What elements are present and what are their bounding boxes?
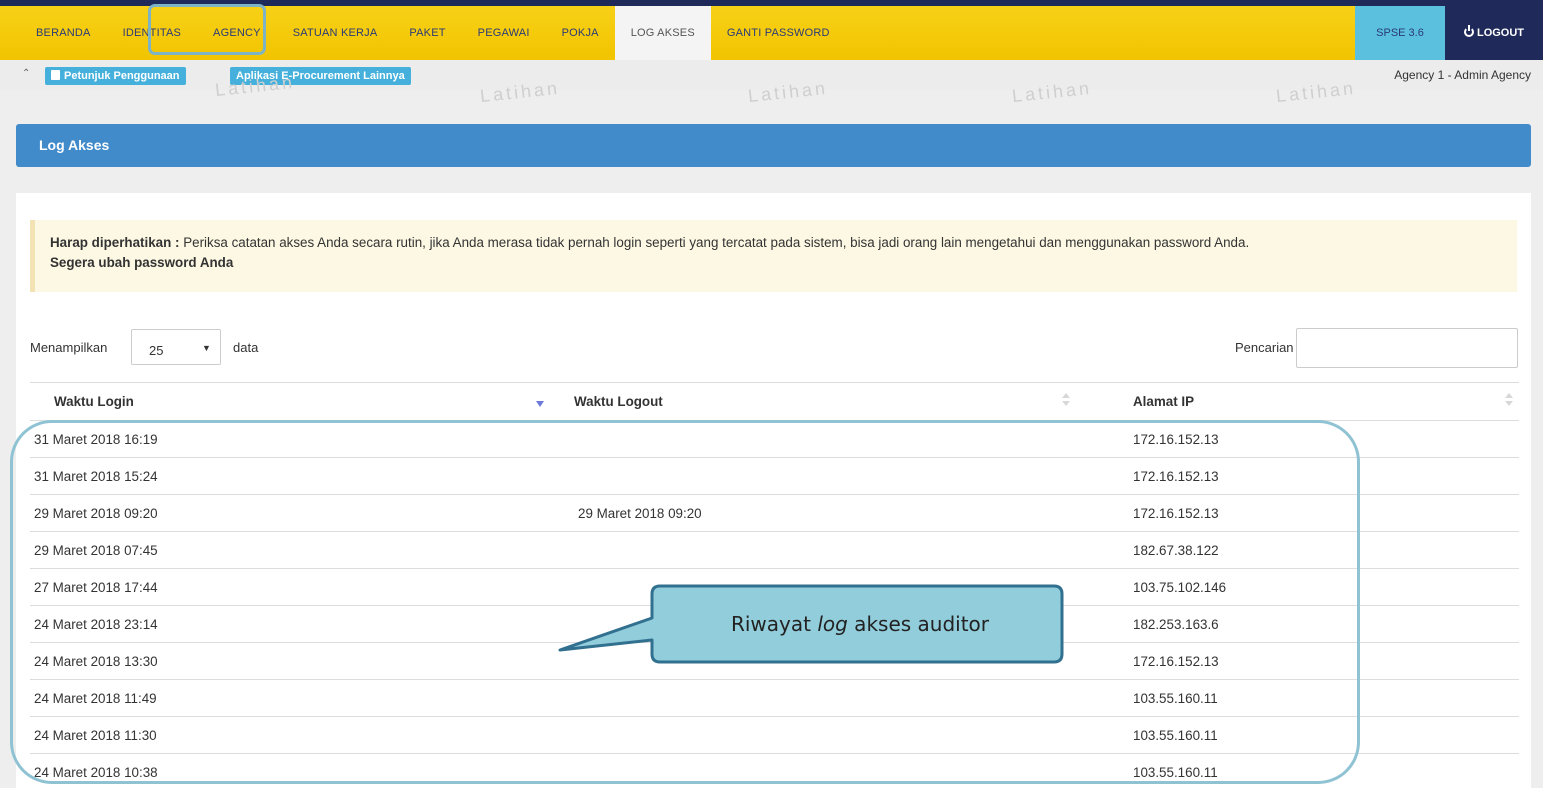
book-icon xyxy=(51,70,60,80)
nav-item-pegawai[interactable]: PEGAWAI xyxy=(462,6,546,60)
nav-item-log-akses[interactable]: LOG AKSES xyxy=(614,6,711,60)
table-row: 31 Maret 2018 16:19 172.16.152.13 xyxy=(30,420,1519,458)
cell-login: 24 Maret 2018 23:14 xyxy=(30,605,550,643)
watermark: Latihan xyxy=(1011,77,1093,107)
petunjuk-label: Petunjuk Penggunaan xyxy=(64,70,180,82)
table-row: 31 Maret 2018 15:24 172.16.152.13 xyxy=(30,457,1519,495)
callout-text: Riwayat log akses auditor xyxy=(730,612,990,636)
header-waktu-logout[interactable]: Waktu Logout xyxy=(550,382,1076,421)
alert-text: Periksa catatan akses Anda secara rutin,… xyxy=(179,235,1250,250)
cell-ip: 182.67.38.122 xyxy=(1076,531,1519,569)
cell-login: 27 Maret 2018 17:44 xyxy=(30,568,550,606)
nav-menu: BERANDA IDENTITAS AGENCY SATUAN KERJA PA… xyxy=(20,6,846,60)
cell-logout: 29 Maret 2018 09:20 xyxy=(550,494,1076,532)
cell-logout xyxy=(550,753,1076,788)
cell-logout xyxy=(550,420,1076,458)
table-row: 29 Maret 2018 09:20 29 Maret 2018 09:20 17… xyxy=(30,494,1519,532)
user-info: Agency 1 - Admin Agency xyxy=(1394,68,1531,82)
header-alamat-ip[interactable]: Alamat IP xyxy=(1076,382,1519,421)
content-panel: Harap diperhatikan : Periksa catatan aks… xyxy=(16,193,1531,788)
table-row: 24 Maret 2018 10:38 103.55.160.11 xyxy=(30,753,1519,788)
cell-logout xyxy=(550,679,1076,717)
sort-icon xyxy=(1505,393,1513,411)
cell-login: 31 Maret 2018 16:19 xyxy=(30,420,550,458)
alert-label: Harap diperhatikan : xyxy=(50,235,180,250)
cell-ip: 103.55.160.11 xyxy=(1076,716,1519,754)
table-row: 29 Maret 2018 07:45 182.67.38.122 xyxy=(30,531,1519,569)
cell-ip: 172.16.152.13 xyxy=(1076,494,1519,532)
warning-alert: Harap diperhatikan : Periksa catatan aks… xyxy=(30,220,1517,292)
nav-item-agency[interactable]: AGENCY xyxy=(197,6,277,60)
watermark: Latihan xyxy=(747,77,829,107)
cell-login: 24 Maret 2018 10:38 xyxy=(30,753,550,788)
search-input[interactable] xyxy=(1296,328,1518,368)
watermark: Latihan xyxy=(1275,77,1357,107)
cell-login: 24 Maret 2018 13:30 xyxy=(30,642,550,680)
cell-ip: 172.16.152.13 xyxy=(1076,420,1519,458)
nav-item-paket[interactable]: PAKET xyxy=(393,6,461,60)
logout-label: LOGOUT xyxy=(1476,27,1525,39)
sub-toolbar: ⌃ Petunjuk Penggunaan Aplikasi E-Procure… xyxy=(0,60,1543,106)
cell-ip: 103.55.160.11 xyxy=(1076,753,1519,788)
cell-ip: 172.16.152.13 xyxy=(1076,457,1519,495)
cell-logout xyxy=(550,457,1076,495)
alert-action: Segera ubah password Anda xyxy=(50,255,234,270)
chevron-double-up-icon[interactable]: ⌃ xyxy=(22,68,30,79)
header-label: Alamat IP xyxy=(1133,394,1195,409)
petunjuk-penggunaan-button[interactable]: Petunjuk Penggunaan xyxy=(45,67,186,85)
cell-login: 24 Maret 2018 11:49 xyxy=(30,679,550,717)
watermark: Latihan xyxy=(479,77,561,107)
cell-login: 29 Maret 2018 09:20 xyxy=(30,494,550,532)
header-label: Waktu Logout xyxy=(574,394,663,409)
nav-item-satuan-kerja[interactable]: SATUAN KERJA xyxy=(277,6,394,60)
sort-desc-icon xyxy=(536,401,544,407)
page-length-label: Menampilkan xyxy=(30,340,108,355)
cell-login: 31 Maret 2018 15:24 xyxy=(30,457,550,495)
cell-logout xyxy=(550,531,1076,569)
page-title: Log Akses xyxy=(16,124,1531,167)
logout-button[interactable]: LOGOUT xyxy=(1445,6,1543,60)
log-table: Waktu Login Waktu Logout Alamat IP 31 Ma… xyxy=(30,382,1519,788)
cell-ip: 172.16.152.13 xyxy=(1076,642,1519,680)
watermark: Latihan xyxy=(214,71,296,101)
version-badge[interactable]: SPSE 3.6 xyxy=(1355,6,1445,60)
table-row: 24 Maret 2018 11:49 103.55.160.11 xyxy=(30,679,1519,717)
cell-ip: 182.253.163.6 xyxy=(1076,605,1519,643)
page-length-value: 25 xyxy=(149,343,164,358)
cell-ip: 103.75.102.146 xyxy=(1076,568,1519,606)
search-label: Pencarian xyxy=(1235,340,1294,355)
cell-ip: 103.55.160.11 xyxy=(1076,679,1519,717)
nav-item-ganti-password[interactable]: GANTI PASSWORD xyxy=(711,6,846,60)
page-length-select[interactable]: 25 ▼ xyxy=(131,329,221,365)
cell-login: 24 Maret 2018 11:30 xyxy=(30,716,550,754)
page-length-suffix: data xyxy=(233,340,259,355)
header-waktu-login[interactable]: Waktu Login xyxy=(30,382,550,421)
top-navbar: BERANDA IDENTITAS AGENCY SATUAN KERJA PA… xyxy=(0,0,1543,60)
power-icon xyxy=(1463,25,1474,37)
cell-login: 29 Maret 2018 07:45 xyxy=(30,531,550,569)
sort-icon xyxy=(1062,393,1070,411)
nav-item-identitas[interactable]: IDENTITAS xyxy=(107,6,197,60)
cell-logout xyxy=(550,716,1076,754)
caret-down-icon: ▼ xyxy=(202,343,211,353)
table-row: 24 Maret 2018 11:30 103.55.160.11 xyxy=(30,716,1519,754)
nav-item-beranda[interactable]: BERANDA xyxy=(20,6,107,60)
nav-item-pokja[interactable]: POKJA xyxy=(546,6,615,60)
header-label: Waktu Login xyxy=(54,394,134,409)
nav-right: SPSE 3.6 LOGOUT xyxy=(1355,6,1543,60)
